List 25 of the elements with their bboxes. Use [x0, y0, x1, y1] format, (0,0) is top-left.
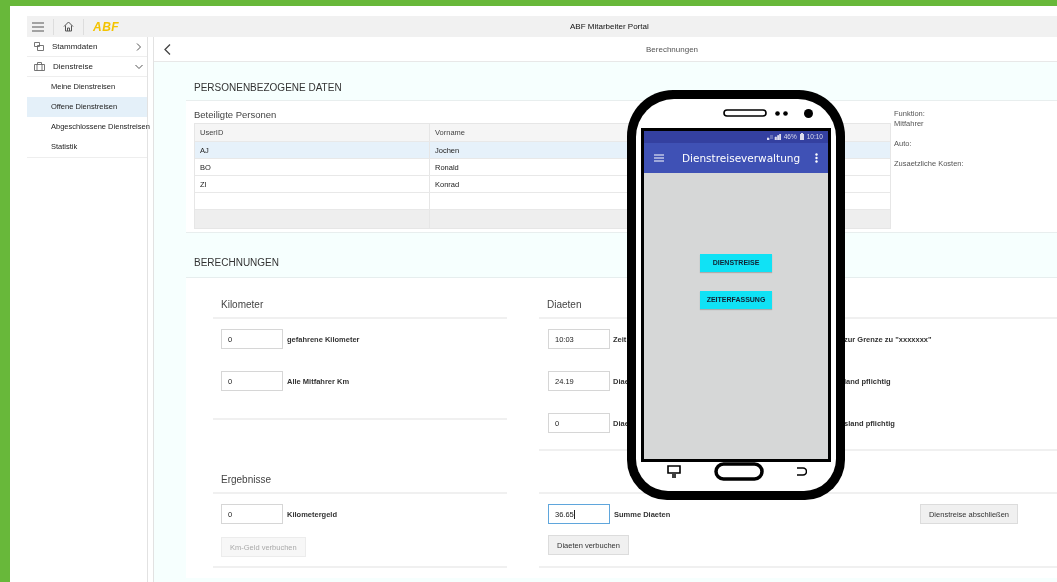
pages-icon [34, 42, 44, 51]
window-title: ABF Mitarbeiter Portal [570, 22, 649, 31]
sensor-icon [775, 110, 789, 116]
group-title: Kilometer [221, 299, 264, 310]
group-title: Diaeten [547, 299, 582, 310]
home-button-icon[interactable] [713, 462, 764, 481]
signal-icon [766, 133, 781, 140]
back-icon[interactable] [796, 467, 807, 476]
back-icon[interactable] [164, 43, 171, 55]
page-title: Berechnungen [646, 44, 699, 54]
logo: ABF [93, 19, 120, 34]
table-title: Beteiligte Personen [194, 109, 277, 122]
camera-icon [804, 108, 813, 118]
chevron-icon [135, 42, 143, 51]
more-icon[interactable] [815, 152, 818, 163]
recent-apps-icon[interactable] [667, 465, 681, 478]
group-title: Ergebnisse [221, 474, 272, 485]
sidebar-item[interactable]: Stammdaten [27, 37, 147, 57]
briefcase-icon [34, 62, 45, 71]
chevron-icon [135, 62, 143, 71]
sidebar-item[interactable]: Dienstreise [27, 57, 147, 77]
section-heading: PERSONENBEZOGENE DATEN [193, 81, 343, 95]
battery-icon [799, 133, 804, 141]
speaker-icon [723, 109, 767, 118]
home-icon[interactable] [63, 21, 74, 32]
